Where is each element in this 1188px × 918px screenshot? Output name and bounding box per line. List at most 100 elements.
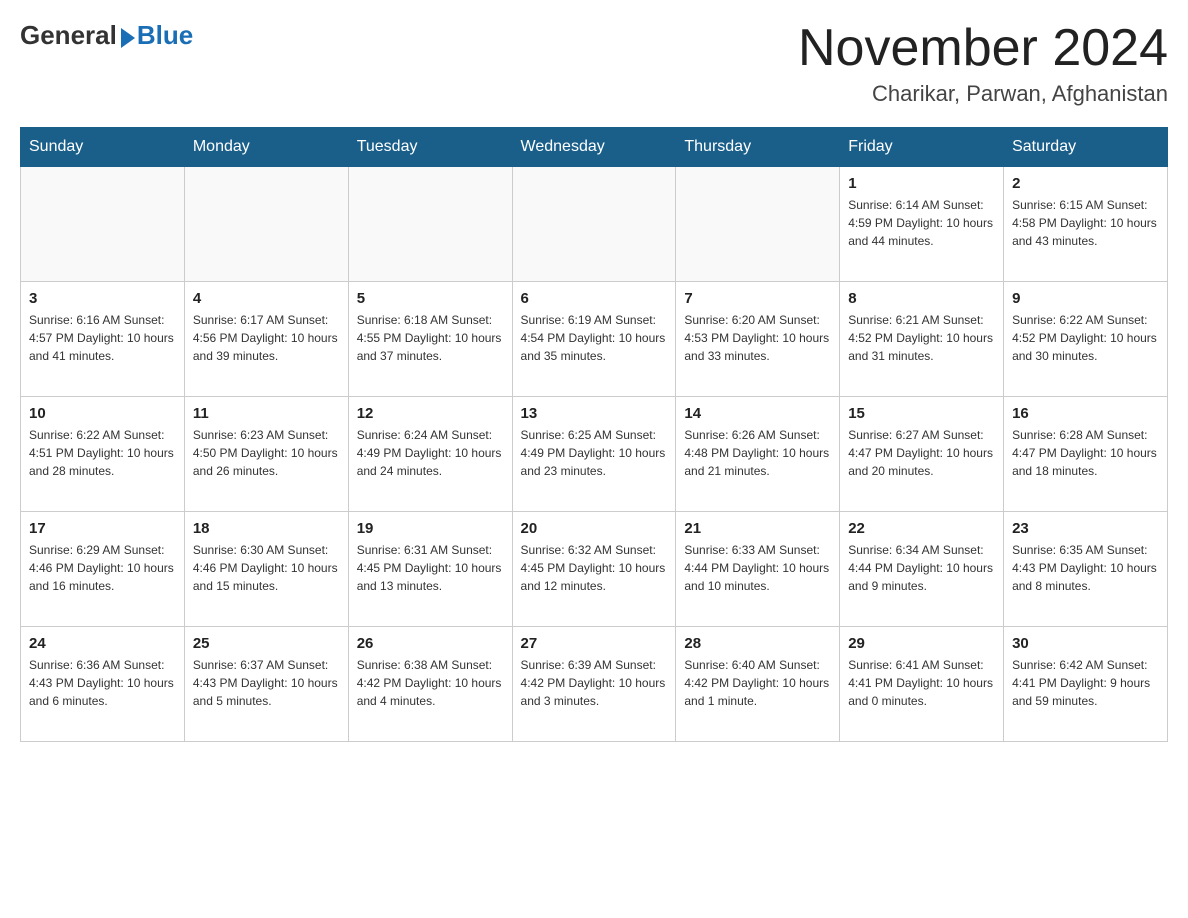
- logo: General Blue: [20, 20, 193, 51]
- day-info: Sunrise: 6:24 AM Sunset: 4:49 PM Dayligh…: [357, 426, 504, 480]
- day-info: Sunrise: 6:27 AM Sunset: 4:47 PM Dayligh…: [848, 426, 995, 480]
- calendar-cell: [676, 167, 840, 282]
- weekday-header-wednesday: Wednesday: [512, 128, 676, 167]
- day-info: Sunrise: 6:28 AM Sunset: 4:47 PM Dayligh…: [1012, 426, 1159, 480]
- logo-triangle-icon: [121, 28, 135, 48]
- calendar-cell: 8Sunrise: 6:21 AM Sunset: 4:52 PM Daylig…: [840, 282, 1004, 397]
- day-info: Sunrise: 6:22 AM Sunset: 4:52 PM Dayligh…: [1012, 311, 1159, 365]
- location-text: Charikar, Parwan, Afghanistan: [798, 81, 1168, 107]
- calendar-cell: [184, 167, 348, 282]
- day-info: Sunrise: 6:36 AM Sunset: 4:43 PM Dayligh…: [29, 656, 176, 710]
- calendar-cell: 26 Sunrise: 6:38 AM Sunset: 4:42 PM Dayli…: [348, 627, 512, 742]
- day-info: Sunrise: 6:20 AM Sunset: 4:53 PM Dayligh…: [684, 311, 831, 365]
- day-number: 17: [29, 520, 176, 537]
- day-info: Sunrise: 6:40 AM Sunset: 4:42 PM Dayligh…: [684, 656, 831, 710]
- day-info: Sunrise: 6:33 AM Sunset: 4:44 PM Dayligh…: [684, 541, 831, 595]
- calendar-cell: 28 Sunrise: 6:40 AM Sunset: 4:42 PM Dayli…: [676, 627, 840, 742]
- day-number: 2: [1012, 175, 1159, 192]
- day-number: 30: [1012, 635, 1159, 652]
- calendar-cell: 20 Sunrise: 6:32 AM Sunset: 4:45 PM Dayli…: [512, 512, 676, 627]
- day-info: Sunrise: 6:25 AM Sunset: 4:49 PM Dayligh…: [521, 426, 668, 480]
- day-number: 26: [357, 635, 504, 652]
- calendar-week-row: 10 Sunrise: 6:22 AM Sunset: 4:51 PM Dayli…: [21, 397, 1168, 512]
- calendar-cell: [512, 167, 676, 282]
- calendar-cell: 2 Sunrise: 6:15 AM Sunset: 4:58 PM Daylig…: [1004, 167, 1168, 282]
- calendar-cell: 27 Sunrise: 6:39 AM Sunset: 4:42 PM Dayli…: [512, 627, 676, 742]
- day-number: 10: [29, 405, 176, 422]
- calendar-week-row: 24 Sunrise: 6:36 AM Sunset: 4:43 PM Dayli…: [21, 627, 1168, 742]
- calendar-cell: 21 Sunrise: 6:33 AM Sunset: 4:44 PM Dayli…: [676, 512, 840, 627]
- day-info: Sunrise: 6:14 AM Sunset: 4:59 PM Dayligh…: [848, 196, 995, 250]
- day-number: 9: [1012, 290, 1159, 307]
- day-number: 19: [357, 520, 504, 537]
- day-number: 25: [193, 635, 340, 652]
- day-info: Sunrise: 6:22 AM Sunset: 4:51 PM Dayligh…: [29, 426, 176, 480]
- day-info: Sunrise: 6:16 AM Sunset: 4:57 PM Dayligh…: [29, 311, 176, 365]
- calendar-cell: 15Sunrise: 6:27 AM Sunset: 4:47 PM Dayli…: [840, 397, 1004, 512]
- weekday-header-saturday: Saturday: [1004, 128, 1168, 167]
- calendar-cell: 25 Sunrise: 6:37 AM Sunset: 4:43 PM Dayli…: [184, 627, 348, 742]
- day-number: 13: [521, 405, 668, 422]
- day-info: Sunrise: 6:42 AM Sunset: 4:41 PM Dayligh…: [1012, 656, 1159, 710]
- calendar-cell: 11Sunrise: 6:23 AM Sunset: 4:50 PM Dayli…: [184, 397, 348, 512]
- day-info: Sunrise: 6:32 AM Sunset: 4:45 PM Dayligh…: [521, 541, 668, 595]
- day-number: 24: [29, 635, 176, 652]
- day-number: 29: [848, 635, 995, 652]
- day-info: Sunrise: 6:35 AM Sunset: 4:43 PM Dayligh…: [1012, 541, 1159, 595]
- calendar-cell: 17Sunrise: 6:29 AM Sunset: 4:46 PM Dayli…: [21, 512, 185, 627]
- calendar-week-row: 1 Sunrise: 6:14 AM Sunset: 4:59 PM Daylig…: [21, 167, 1168, 282]
- day-number: 7: [684, 290, 831, 307]
- day-info: Sunrise: 6:23 AM Sunset: 4:50 PM Dayligh…: [193, 426, 340, 480]
- calendar-cell: 23Sunrise: 6:35 AM Sunset: 4:43 PM Dayli…: [1004, 512, 1168, 627]
- weekday-header-sunday: Sunday: [21, 128, 185, 167]
- calendar-week-row: 3Sunrise: 6:16 AM Sunset: 4:57 PM Daylig…: [21, 282, 1168, 397]
- day-number: 16: [1012, 405, 1159, 422]
- calendar-cell: 24 Sunrise: 6:36 AM Sunset: 4:43 PM Dayli…: [21, 627, 185, 742]
- day-info: Sunrise: 6:21 AM Sunset: 4:52 PM Dayligh…: [848, 311, 995, 365]
- day-info: Sunrise: 6:31 AM Sunset: 4:45 PM Dayligh…: [357, 541, 504, 595]
- calendar-cell: 7 Sunrise: 6:20 AM Sunset: 4:53 PM Daylig…: [676, 282, 840, 397]
- day-number: 27: [521, 635, 668, 652]
- calendar-cell: 14Sunrise: 6:26 AM Sunset: 4:48 PM Dayli…: [676, 397, 840, 512]
- calendar-cell: 3Sunrise: 6:16 AM Sunset: 4:57 PM Daylig…: [21, 282, 185, 397]
- day-info: Sunrise: 6:38 AM Sunset: 4:42 PM Dayligh…: [357, 656, 504, 710]
- day-number: 4: [193, 290, 340, 307]
- calendar-cell: 19 Sunrise: 6:31 AM Sunset: 4:45 PM Dayli…: [348, 512, 512, 627]
- calendar-cell: [348, 167, 512, 282]
- calendar-table: SundayMondayTuesdayWednesdayThursdayFrid…: [20, 127, 1168, 742]
- logo-general-text: General: [20, 20, 117, 51]
- day-number: 6: [521, 290, 668, 307]
- day-number: 5: [357, 290, 504, 307]
- calendar-cell: 1 Sunrise: 6:14 AM Sunset: 4:59 PM Daylig…: [840, 167, 1004, 282]
- calendar-cell: 18Sunrise: 6:30 AM Sunset: 4:46 PM Dayli…: [184, 512, 348, 627]
- day-info: Sunrise: 6:37 AM Sunset: 4:43 PM Dayligh…: [193, 656, 340, 710]
- day-info: Sunrise: 6:17 AM Sunset: 4:56 PM Dayligh…: [193, 311, 340, 365]
- logo-blue-text: Blue: [137, 20, 193, 51]
- day-info: Sunrise: 6:15 AM Sunset: 4:58 PM Dayligh…: [1012, 196, 1159, 250]
- calendar-cell: 4 Sunrise: 6:17 AM Sunset: 4:56 PM Daylig…: [184, 282, 348, 397]
- day-number: 21: [684, 520, 831, 537]
- calendar-cell: [21, 167, 185, 282]
- day-number: 1: [848, 175, 995, 192]
- calendar-cell: 16 Sunrise: 6:28 AM Sunset: 4:47 PM Dayli…: [1004, 397, 1168, 512]
- day-info: Sunrise: 6:39 AM Sunset: 4:42 PM Dayligh…: [521, 656, 668, 710]
- calendar-cell: 9 Sunrise: 6:22 AM Sunset: 4:52 PM Daylig…: [1004, 282, 1168, 397]
- day-info: Sunrise: 6:19 AM Sunset: 4:54 PM Dayligh…: [521, 311, 668, 365]
- calendar-cell: 13 Sunrise: 6:25 AM Sunset: 4:49 PM Dayli…: [512, 397, 676, 512]
- weekday-header-friday: Friday: [840, 128, 1004, 167]
- weekday-header-row: SundayMondayTuesdayWednesdayThursdayFrid…: [21, 128, 1168, 167]
- calendar-cell: 5Sunrise: 6:18 AM Sunset: 4:55 PM Daylig…: [348, 282, 512, 397]
- day-info: Sunrise: 6:26 AM Sunset: 4:48 PM Dayligh…: [684, 426, 831, 480]
- calendar-cell: 6 Sunrise: 6:19 AM Sunset: 4:54 PM Daylig…: [512, 282, 676, 397]
- title-section: November 2024 Charikar, Parwan, Afghanis…: [798, 20, 1168, 107]
- page-header: General Blue November 2024 Charikar, Par…: [20, 20, 1168, 107]
- day-number: 28: [684, 635, 831, 652]
- calendar-week-row: 17Sunrise: 6:29 AM Sunset: 4:46 PM Dayli…: [21, 512, 1168, 627]
- calendar-cell: 30 Sunrise: 6:42 AM Sunset: 4:41 PM Dayli…: [1004, 627, 1168, 742]
- day-number: 12: [357, 405, 504, 422]
- month-title: November 2024: [798, 20, 1168, 77]
- weekday-header-thursday: Thursday: [676, 128, 840, 167]
- day-number: 20: [521, 520, 668, 537]
- calendar-cell: 10 Sunrise: 6:22 AM Sunset: 4:51 PM Dayli…: [21, 397, 185, 512]
- calendar-cell: 22Sunrise: 6:34 AM Sunset: 4:44 PM Dayli…: [840, 512, 1004, 627]
